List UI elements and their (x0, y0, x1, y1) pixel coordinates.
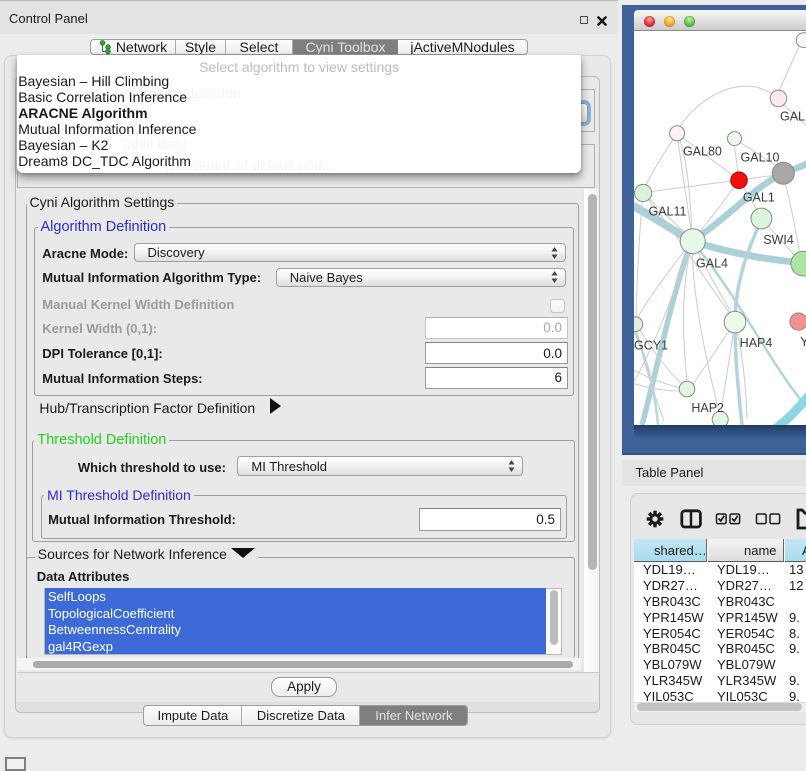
svg-text:GAL80: GAL80 (683, 144, 722, 158)
svg-text:HAP2: HAP2 (691, 401, 724, 415)
svg-text:GCY1: GCY1 (634, 339, 668, 353)
svg-text:GAL11: GAL11 (649, 205, 687, 219)
svg-text:GAL: GAL (780, 109, 805, 123)
svg-text:GAL1: GAL1 (743, 190, 775, 204)
svg-text:SWI4: SWI4 (763, 233, 794, 247)
svg-text:Y: Y (800, 335, 806, 349)
svg-text:GAL4: GAL4 (696, 257, 728, 271)
svg-text:GAL10: GAL10 (741, 151, 780, 165)
svg-text:HAP4: HAP4 (740, 336, 773, 350)
